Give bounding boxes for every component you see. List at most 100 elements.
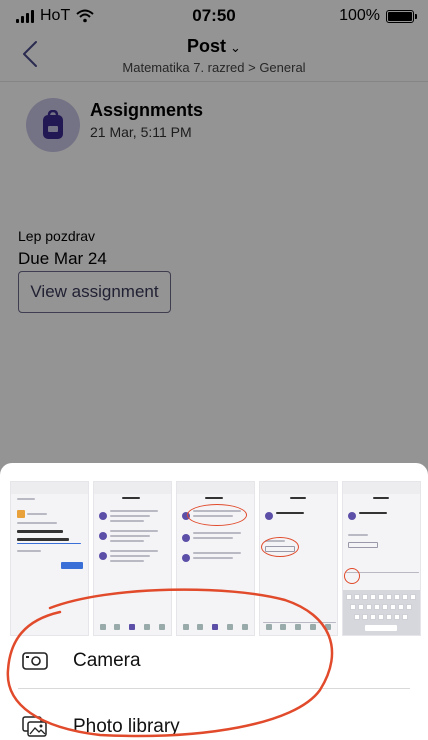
thumb-key bbox=[390, 604, 396, 610]
thumb-line bbox=[290, 497, 306, 499]
thumb-tab bbox=[159, 624, 165, 630]
thumb-tab bbox=[129, 624, 135, 630]
thumb-tab bbox=[197, 624, 203, 630]
thumb-tab bbox=[325, 624, 331, 630]
thumb-tab bbox=[183, 624, 189, 630]
photo-thumbnail[interactable] bbox=[342, 481, 421, 636]
thumb-line bbox=[110, 515, 150, 517]
recent-photos bbox=[10, 481, 422, 636]
thumb-line bbox=[110, 510, 158, 512]
thumb-keyboard bbox=[343, 590, 420, 635]
thumb-key bbox=[346, 594, 352, 600]
thumb-line bbox=[373, 497, 389, 499]
photo-library-label: Photo library bbox=[73, 716, 180, 737]
photo-thumbnail[interactable] bbox=[10, 481, 89, 636]
thumb-key bbox=[362, 594, 368, 600]
photo-thumbnail[interactable] bbox=[93, 481, 172, 636]
photo-library-option[interactable]: Photo library bbox=[0, 701, 428, 740]
thumb-line bbox=[359, 512, 387, 514]
thumb-key bbox=[370, 614, 376, 620]
thumb-line bbox=[17, 522, 57, 524]
thumb-avatar bbox=[99, 512, 107, 520]
thumb-button bbox=[61, 562, 83, 569]
thumb-line bbox=[17, 550, 41, 552]
thumb-line bbox=[263, 622, 336, 623]
thumb-key bbox=[394, 594, 400, 600]
thumb-line bbox=[193, 537, 233, 539]
thumb-status-bar bbox=[260, 482, 337, 494]
thumb-key bbox=[374, 604, 380, 610]
thumb-line bbox=[205, 497, 223, 499]
photo-library-icon bbox=[20, 714, 50, 740]
thumb-tab bbox=[227, 624, 233, 630]
thumb-key bbox=[394, 614, 400, 620]
thumb-key bbox=[358, 604, 364, 610]
thumb-annotation-circle bbox=[261, 537, 299, 557]
thumb-annotation-circle bbox=[187, 504, 247, 526]
thumb-line bbox=[17, 498, 35, 500]
thumb-avatar bbox=[348, 512, 356, 520]
thumb-line bbox=[110, 555, 150, 557]
thumb-key bbox=[354, 594, 360, 600]
thumb-line bbox=[27, 513, 47, 515]
thumb-line bbox=[193, 532, 241, 534]
option-divider bbox=[18, 688, 410, 689]
thumb-status-bar bbox=[94, 482, 171, 494]
thumb-line bbox=[276, 512, 304, 514]
thumb-key bbox=[354, 614, 360, 620]
camera-icon bbox=[20, 648, 50, 674]
thumb-key bbox=[402, 594, 408, 600]
thumb-tab bbox=[144, 624, 150, 630]
thumb-tab bbox=[100, 624, 106, 630]
thumb-key bbox=[366, 604, 372, 610]
thumb-logo bbox=[17, 510, 25, 518]
thumb-avatar bbox=[182, 534, 190, 542]
thumb-key bbox=[386, 614, 392, 620]
thumb-line bbox=[348, 534, 368, 536]
thumb-avatar bbox=[265, 512, 273, 520]
thumb-key bbox=[386, 594, 392, 600]
thumb-key bbox=[410, 594, 416, 600]
thumb-tab bbox=[114, 624, 120, 630]
thumb-key bbox=[402, 614, 408, 620]
camera-option[interactable]: Camera bbox=[0, 635, 428, 687]
media-picker-sheet: Camera Photo library bbox=[0, 463, 428, 740]
thumb-tab bbox=[212, 624, 218, 630]
thumb-status-bar bbox=[343, 482, 420, 494]
thumb-line bbox=[193, 557, 233, 559]
camera-label: Camera bbox=[73, 650, 141, 671]
thumb-avatar bbox=[182, 554, 190, 562]
thumb-annotation-circle bbox=[344, 568, 360, 584]
thumb-tab bbox=[242, 624, 248, 630]
thumb-line bbox=[17, 538, 69, 541]
thumb-status-bar bbox=[11, 482, 88, 494]
thumb-key bbox=[370, 594, 376, 600]
thumb-line bbox=[110, 535, 150, 537]
thumb-line bbox=[122, 497, 140, 499]
thumb-key bbox=[362, 614, 368, 620]
thumb-key bbox=[398, 604, 404, 610]
thumb-avatar bbox=[99, 552, 107, 560]
thumb-key bbox=[378, 614, 384, 620]
thumb-line bbox=[193, 552, 241, 554]
thumb-button bbox=[348, 542, 378, 548]
thumb-line bbox=[110, 560, 144, 562]
thumb-line bbox=[17, 530, 63, 533]
thumb-line bbox=[110, 530, 158, 532]
photo-thumbnail[interactable] bbox=[259, 481, 338, 636]
thumb-key bbox=[382, 604, 388, 610]
thumb-spacebar bbox=[365, 625, 397, 631]
thumb-line bbox=[110, 520, 144, 522]
thumb-key bbox=[406, 604, 412, 610]
photo-thumbnail[interactable] bbox=[176, 481, 255, 636]
thumb-line bbox=[110, 550, 158, 552]
thumb-key bbox=[378, 594, 384, 600]
thumb-tab bbox=[295, 624, 301, 630]
thumb-avatar bbox=[99, 532, 107, 540]
thumb-line bbox=[110, 540, 144, 542]
thumb-tab bbox=[280, 624, 286, 630]
thumb-key bbox=[350, 604, 356, 610]
thumb-line bbox=[17, 543, 81, 544]
thumb-tab bbox=[266, 624, 272, 630]
thumb-tab bbox=[310, 624, 316, 630]
